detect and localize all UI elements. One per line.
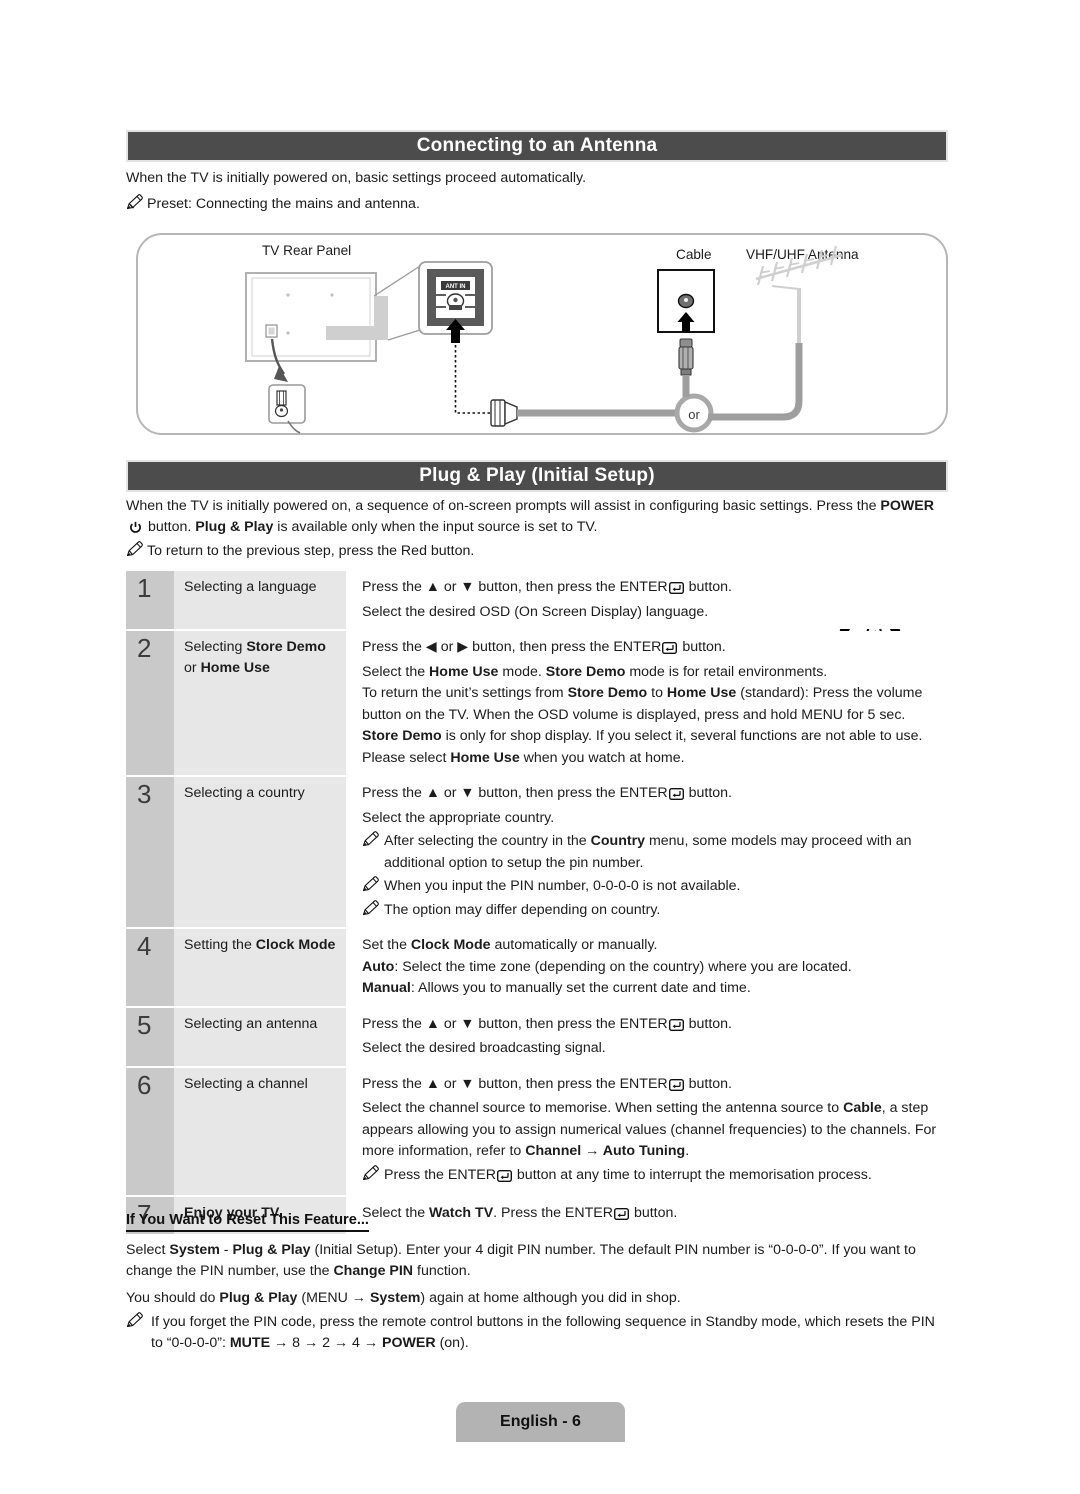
- step-description: Select the Watch TV. Press the ENTER but…: [346, 1197, 948, 1234]
- step-note: When you input the PIN number, 0-0-0-0 i…: [362, 876, 948, 898]
- pencil-icon: [126, 194, 145, 215]
- enter-key-icon: [496, 1168, 512, 1190]
- step-body-line: Select the Home Use mode. Store Demo mod…: [362, 663, 828, 680]
- reset-paragraph-2: You should do Plug & Play (MENU → System…: [126, 1290, 681, 1306]
- section-title-plug-play: Plug & Play (Initial Setup): [419, 465, 655, 486]
- page-footer: English - 6: [456, 1402, 625, 1442]
- step-number: 3: [126, 777, 174, 927]
- plug-play-note-text: To return to the previous step, press th…: [147, 543, 475, 559]
- antenna-note: Preset: Connecting the mains and antenna…: [126, 194, 948, 215]
- step-body-line: Press the ▲ or ▼ button, then press the …: [362, 1014, 948, 1039]
- enter-key-icon: [668, 1017, 684, 1039]
- plug-play-steps-table: 1 Selecting a language Press the ▲ or ▼ bu…: [126, 571, 948, 1236]
- step-body-line: Manual: Allows you to manually set the c…: [362, 980, 751, 996]
- step-body-line: Select the appropriate country.: [362, 809, 555, 826]
- plug-play-intro-text: When the TV is initially powered on, a s…: [126, 496, 948, 541]
- pencil-icon: [362, 876, 381, 898]
- step-label: Selecting a language: [174, 571, 346, 629]
- step-body-line: Select the desired OSD (On Screen Displa…: [362, 603, 709, 620]
- pencil-icon: [126, 1312, 145, 1354]
- step-number: 2: [126, 631, 174, 775]
- pencil-icon: [362, 831, 381, 874]
- antenna-intro-text: When the TV is initially powered on, bas…: [126, 170, 587, 186]
- pencil-icon: [362, 899, 381, 922]
- section-header-antenna: Connecting to an Antenna: [126, 130, 948, 162]
- step-body-line: Press the ▲ or ▼ button, then press the …: [362, 1074, 948, 1099]
- step-label: Selecting Store Demo or Home Use: [174, 631, 346, 775]
- page-number-label: English - 6: [500, 1413, 581, 1430]
- section-title-antenna: Connecting to an Antenna: [416, 135, 658, 156]
- step-number: 4: [126, 929, 174, 1006]
- step-note-text: Press the ENTER button at any time to in…: [384, 1165, 948, 1190]
- step-note: After selecting the country in the Count…: [362, 831, 948, 874]
- step-note-text: The option may differ depending on count…: [384, 901, 661, 918]
- step-body-line: To return the unit’s settings from Store…: [362, 685, 923, 723]
- manual-page: Connecting to an Antenna When the TV is …: [0, 0, 1080, 1494]
- plug-play-note: To return to the previous step, press th…: [126, 541, 948, 562]
- step-number: 5: [126, 1007, 174, 1066]
- table-row: 2 Selecting Store Demo or Home Use Press t…: [126, 631, 948, 775]
- step-description: Press the ▲ or ▼ button, then press the …: [346, 1067, 948, 1195]
- pencil-icon: [126, 541, 145, 562]
- reset-section-heading: If You Want to Reset This Feature...: [126, 1212, 369, 1232]
- step-description: Press the ▲ or ▼ button, then press the …: [346, 1007, 948, 1066]
- diagram-graphics: ANT IN or: [245, 245, 843, 434]
- table-row: 3 Selecting a country Press the ▲ or ▼ but…: [126, 777, 948, 927]
- step-body-line: Press the ▲ or ▼ button, then press the …: [362, 783, 948, 808]
- step-number: 1: [126, 571, 174, 629]
- reset-note: If you forget the PIN code, press the re…: [126, 1312, 950, 1354]
- step-body-line: Press the ◀ or ▶ button, then press the …: [362, 637, 948, 662]
- step-label: Selecting a country: [174, 777, 346, 927]
- svg-text:or: or: [688, 407, 700, 422]
- step-body-line: Select the Watch TV. Press the ENTER but…: [362, 1203, 948, 1228]
- step-note-text: After selecting the country in the Count…: [384, 833, 912, 871]
- reset-paragraph-1: Select System - Plug & Play (Initial Set…: [126, 1242, 916, 1279]
- step-body-line: Set the Clock Mode automatically or manu…: [362, 937, 658, 953]
- enter-key-icon: [668, 786, 684, 808]
- power-symbol-icon: [129, 520, 142, 541]
- step-label: Setting the Clock Mode: [174, 929, 346, 1006]
- step-description: Set the Clock Mode automatically or manu…: [346, 929, 948, 1006]
- table-row: 6 Selecting a channel Press the ▲ or ▼ but…: [126, 1067, 948, 1195]
- step-note: Press the ENTER button at any time to in…: [362, 1164, 948, 1190]
- antenna-connection-diagram: TV Rear Panel Cable VHF/UHF Antenna ANT: [136, 233, 948, 435]
- step-body-line: Press the ▲ or ▼ button, then press the …: [362, 577, 948, 602]
- table-row: 5 Selecting an antenna Press the ▲ or ▼ bu…: [126, 1007, 948, 1066]
- step-body-line: Auto: Select the time zone (depending on…: [362, 958, 852, 975]
- step-body-line: Select the channel source to memorise. W…: [362, 1100, 937, 1159]
- step-body-line: Store Demo is only for shop display. If …: [362, 728, 923, 766]
- step-description: Press the ▲ or ▼ button, then press the …: [346, 571, 948, 629]
- enter-key-icon: [662, 640, 678, 662]
- step-body-line: Select the desired broadcasting signal.: [362, 1040, 606, 1056]
- section-header-plug-play: Plug & Play (Initial Setup): [126, 460, 948, 492]
- reset-note-text: If you forget the PIN code, press the re…: [151, 1314, 935, 1351]
- antenna-note-text: Preset: Connecting the mains and antenna…: [147, 196, 420, 212]
- step-label: Selecting an antenna: [174, 1007, 346, 1066]
- step-note-text: When you input the PIN number, 0-0-0-0 i…: [384, 878, 741, 894]
- step-number: 6: [126, 1067, 174, 1195]
- enter-key-icon: [668, 580, 684, 602]
- svg-text:ANT IN: ANT IN: [446, 284, 466, 290]
- enter-key-icon: [668, 1077, 684, 1099]
- step-label: Selecting a channel: [174, 1067, 346, 1195]
- enter-key-icon: [613, 1206, 630, 1228]
- pencil-icon: [362, 1164, 381, 1190]
- step-description: Press the ▲ or ▼ button, then press the …: [346, 777, 948, 927]
- table-row: 4 Setting the Clock Mode Set the Clock Mod…: [126, 929, 948, 1006]
- table-row: 1 Selecting a language Press the ▲ or ▼ bu…: [126, 571, 948, 629]
- step-description: Press the ◀ or ▶ button, then press the …: [346, 631, 948, 775]
- step-note: The option may differ depending on count…: [362, 899, 948, 922]
